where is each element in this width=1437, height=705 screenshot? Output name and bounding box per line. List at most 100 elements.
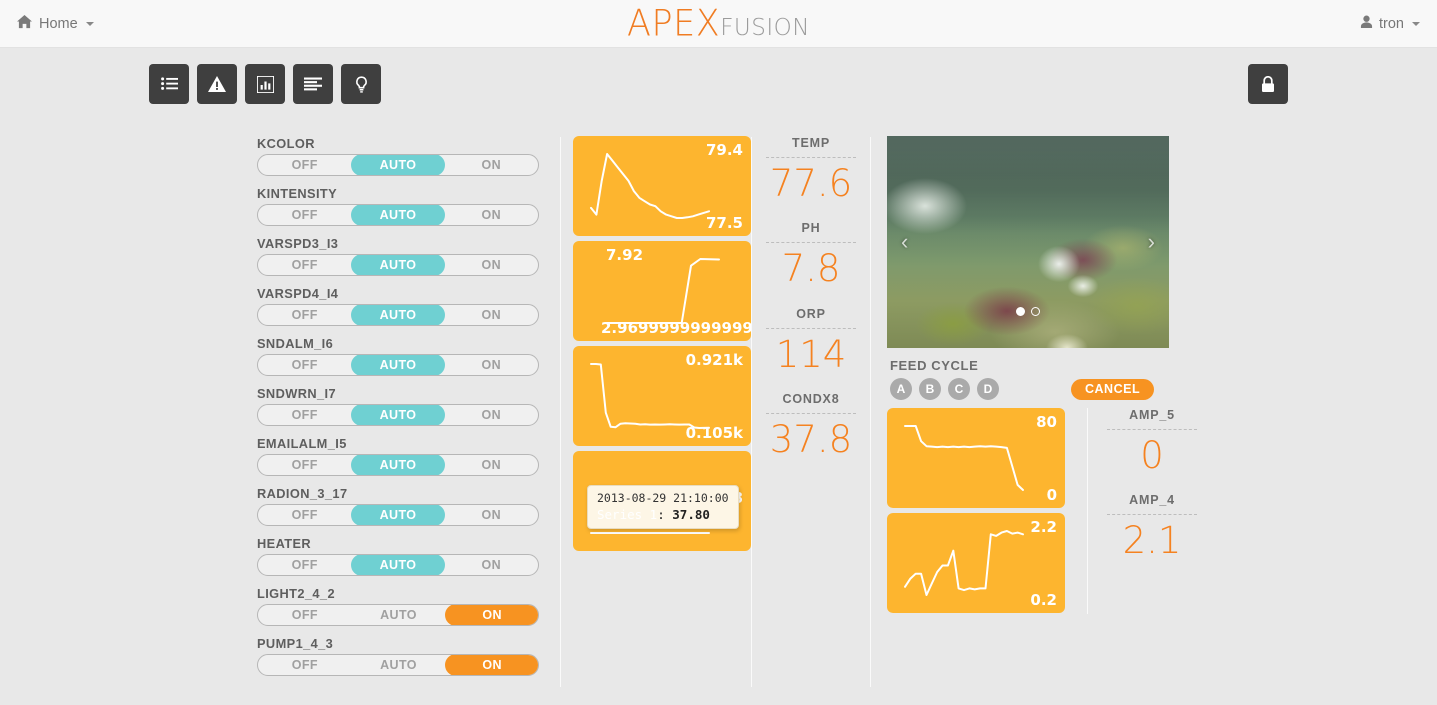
user-label: tron xyxy=(1379,15,1404,32)
outlet-mode-on[interactable]: ON xyxy=(445,505,538,525)
outlet-mode-off[interactable]: OFF xyxy=(258,555,351,575)
outlet-mode-off[interactable]: OFF xyxy=(258,505,351,525)
outlet-mode-on[interactable]: ON xyxy=(445,255,538,275)
feed-cancel-button[interactable]: CANCEL xyxy=(1071,378,1155,400)
outlet-mode-switch: OFF AUTO ON xyxy=(257,554,539,576)
carousel-dots xyxy=(1016,307,1040,316)
outlet-mode-on[interactable]: ON xyxy=(445,155,538,175)
outlet-mode-auto[interactable]: AUTO xyxy=(351,305,445,325)
sparkline-max-label: 2.2 xyxy=(1030,518,1057,536)
outlet-mode-off[interactable]: OFF xyxy=(258,205,351,225)
outlet-mode-off[interactable]: OFF xyxy=(258,455,351,475)
outlet-mode-auto[interactable]: AUTO xyxy=(351,555,445,575)
sparkline-max-label: 79.4 xyxy=(705,141,743,159)
outlet-mode-off[interactable]: OFF xyxy=(258,305,351,325)
outlet-mode-auto[interactable]: AUTO xyxy=(351,355,445,375)
camera-carousel[interactable]: ‹ › xyxy=(887,136,1169,348)
probe-readout: ORP 114 xyxy=(766,307,856,378)
outlet-mode-off[interactable]: OFF xyxy=(258,155,351,175)
outlet-mode-auto[interactable]: AUTO xyxy=(351,205,445,225)
outlet-mode-off[interactable]: OFF xyxy=(258,355,351,375)
outlet-control: HEATER OFF AUTO ON xyxy=(257,536,539,576)
outlet-mode-auto[interactable]: AUTO xyxy=(352,605,446,625)
outlet-mode-off[interactable]: OFF xyxy=(258,605,352,625)
probe-label: PH xyxy=(766,221,856,244)
sparkline-min-label: 77.5 xyxy=(705,214,743,232)
chevron-down-icon xyxy=(85,21,94,26)
user-icon xyxy=(1360,15,1373,32)
carousel-dot[interactable] xyxy=(1031,307,1040,316)
ph-sparkline[interactable]: 7.92 2.9699999999999998 xyxy=(573,241,751,341)
outlet-mode-off[interactable]: OFF xyxy=(258,255,351,275)
lights-button[interactable] xyxy=(341,64,381,104)
outlet-mode-on[interactable]: ON xyxy=(445,455,538,475)
outlet-control: EMAILALM_I5 OFF AUTO ON xyxy=(257,436,539,476)
temp-sparkline[interactable]: 79.4 77.5 xyxy=(573,136,751,236)
amp-readout-column: AMP_5 0 AMP_4 2.1 xyxy=(1104,408,1200,618)
tooltip-series: Series 1: 37.80 xyxy=(597,507,729,522)
feed-cycle-b-button[interactable]: B xyxy=(919,378,941,400)
feed-cycle-c-button[interactable]: C xyxy=(948,378,970,400)
outlet-mode-switch: OFF AUTO ON xyxy=(257,404,539,426)
chevron-right-icon[interactable]: › xyxy=(1148,229,1155,255)
orp-sparkline[interactable]: 0.921k 0.105k xyxy=(573,346,751,446)
outlet-mode-on[interactable]: ON xyxy=(445,605,538,625)
outlet-label: KINTENSITY xyxy=(257,186,338,201)
outlet-mode-on[interactable]: ON xyxy=(445,555,538,575)
brand-logo[interactable]: APEX FUSION xyxy=(627,2,810,45)
probe-value: 7.8 xyxy=(781,247,841,291)
probe-value: 114 xyxy=(775,332,847,376)
probe-value: 0 xyxy=(1140,434,1164,477)
outlet-mode-auto[interactable]: AUTO xyxy=(351,505,445,525)
outlet-label: VARSPD4_I4 xyxy=(257,286,339,301)
outlet-mode-auto[interactable]: AUTO xyxy=(351,255,445,275)
outlet-mode-on[interactable]: ON xyxy=(445,355,538,375)
alarms-button[interactable] xyxy=(197,64,237,104)
list-view-button[interactable] xyxy=(149,64,189,104)
outlet-label: KCOLOR xyxy=(257,136,315,151)
probe-label: AMP_5 xyxy=(1107,408,1197,430)
outlet-mode-switch: OFF AUTO ON xyxy=(257,304,539,326)
sparkline-min-label: 0.105k xyxy=(685,424,743,442)
condx8-sparkline[interactable]: 37.82013-08-29 21:10:00Series 1: 37.80 xyxy=(573,451,751,551)
charts-button[interactable] xyxy=(245,64,285,104)
outlet-mode-switch: OFF AUTO ON xyxy=(257,354,539,376)
outlet-mode-auto[interactable]: AUTO xyxy=(351,155,445,175)
outlet-control: KCOLOR OFF AUTO ON xyxy=(257,136,539,176)
logs-button[interactable] xyxy=(293,64,333,104)
feed-cycle-buttons: ABCD xyxy=(890,378,999,400)
outlet-mode-off[interactable]: OFF xyxy=(258,655,352,675)
home-menu[interactable]: Home xyxy=(17,14,94,33)
warning-triangle-icon xyxy=(208,76,226,92)
probe-label: TEMP xyxy=(766,136,856,158)
outlet-mode-auto[interactable]: AUTO xyxy=(351,405,445,425)
camera-feed-column: ‹ › FEED CYCLE ABCD CANCEL 80 0 2.2 0.2 AMP… xyxy=(871,123,1288,687)
feed-cycle-a-button[interactable]: A xyxy=(890,378,912,400)
chevron-down-icon xyxy=(1412,21,1420,26)
toolbar-button-group xyxy=(149,64,381,104)
outlet-mode-on[interactable]: ON xyxy=(445,305,538,325)
outlet-mode-on[interactable]: ON xyxy=(445,655,538,675)
outlet-control: PUMP1_4_3 OFF AUTO ON xyxy=(257,636,539,676)
brand-apex-text: APEX xyxy=(627,2,721,45)
outlet-mode-on[interactable]: ON xyxy=(445,205,538,225)
outlet-mode-switch: OFF AUTO ON xyxy=(257,454,539,476)
outlet-mode-auto[interactable]: AUTO xyxy=(352,655,446,675)
bar-chart-icon xyxy=(256,75,274,93)
amp4-sparkline[interactable]: 2.2 0.2 xyxy=(887,513,1065,613)
feed-cycle-d-button[interactable]: D xyxy=(977,378,999,400)
lock-button[interactable] xyxy=(1248,64,1288,104)
chevron-left-icon[interactable]: ‹ xyxy=(901,229,908,255)
lock-icon xyxy=(1261,75,1275,93)
sliders-icon xyxy=(304,77,322,91)
outlet-mode-off[interactable]: OFF xyxy=(258,405,351,425)
outlet-mode-on[interactable]: ON xyxy=(445,405,538,425)
outlet-mode-switch: OFF AUTO ON xyxy=(257,204,539,226)
user-menu[interactable]: tron xyxy=(1360,15,1420,32)
outlet-control: VARSPD4_I4 OFF AUTO ON xyxy=(257,286,539,326)
outlet-control: LIGHT2_4_2 OFF AUTO ON xyxy=(257,586,539,626)
amp5-sparkline[interactable]: 80 0 xyxy=(887,408,1065,508)
carousel-dot[interactable] xyxy=(1016,307,1025,316)
brand-fusion-text: FUSION xyxy=(720,14,810,41)
outlet-mode-auto[interactable]: AUTO xyxy=(351,455,445,475)
